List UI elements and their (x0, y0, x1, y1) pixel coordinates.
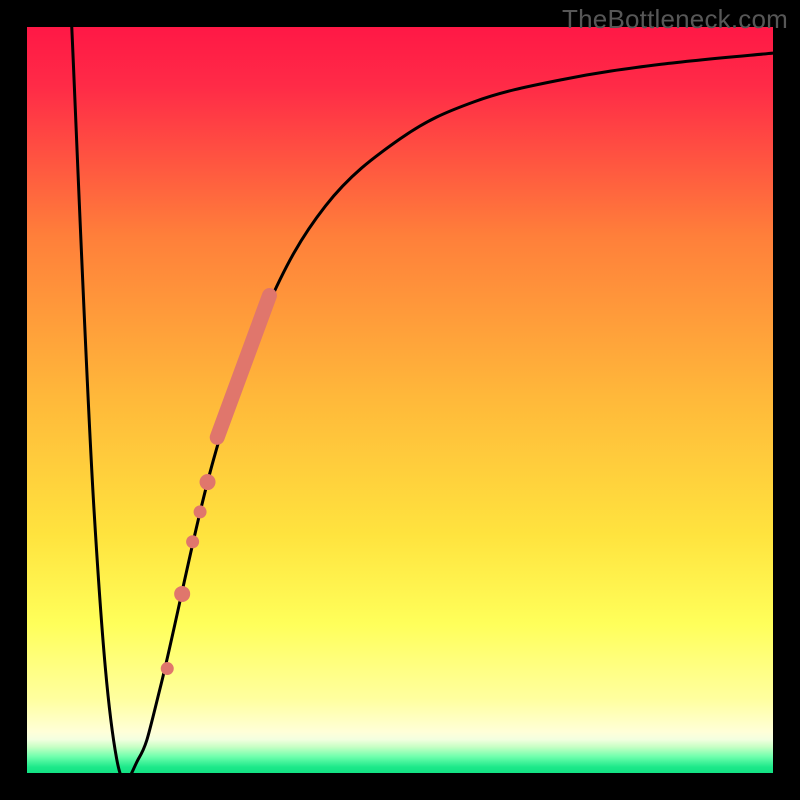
marker-dot (194, 505, 207, 518)
marker-dot (200, 474, 216, 490)
watermark-text: TheBottleneck.com (562, 4, 788, 35)
marker-dot (174, 586, 190, 602)
plot-svg (27, 27, 773, 773)
marker-dot (161, 662, 174, 675)
chart-frame: TheBottleneck.com (0, 0, 800, 800)
plot-area (27, 27, 773, 773)
marker-dot (186, 535, 199, 548)
